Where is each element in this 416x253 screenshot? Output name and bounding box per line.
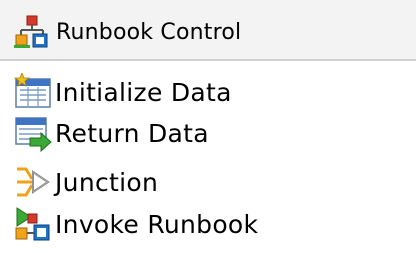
runbook-control-icon — [14, 14, 50, 50]
category-header-row[interactable]: Runbook Control — [14, 14, 242, 50]
activity-panel: Runbook Control Initialize Data Return D… — [0, 0, 416, 253]
initialize-data-icon — [14, 73, 52, 111]
activity-item-initialize-data[interactable]: Initialize Data — [14, 72, 232, 112]
activity-item-return-data[interactable]: Return Data — [14, 113, 209, 153]
junction-icon — [14, 163, 52, 201]
return-data-icon — [14, 114, 52, 152]
category-header-label: Runbook Control — [56, 19, 242, 45]
activity-item-label: Invoke Runbook — [55, 209, 259, 239]
activity-item-junction[interactable]: Junction — [14, 162, 158, 202]
activity-item-label: Junction — [55, 167, 159, 197]
invoke-runbook-icon — [14, 205, 52, 243]
activity-item-label: Initialize Data — [55, 77, 232, 107]
category-header[interactable]: Runbook Control — [0, 0, 416, 61]
activity-item-label: Return Data — [55, 118, 209, 148]
activity-item-invoke-runbook[interactable]: Invoke Runbook — [14, 204, 258, 244]
